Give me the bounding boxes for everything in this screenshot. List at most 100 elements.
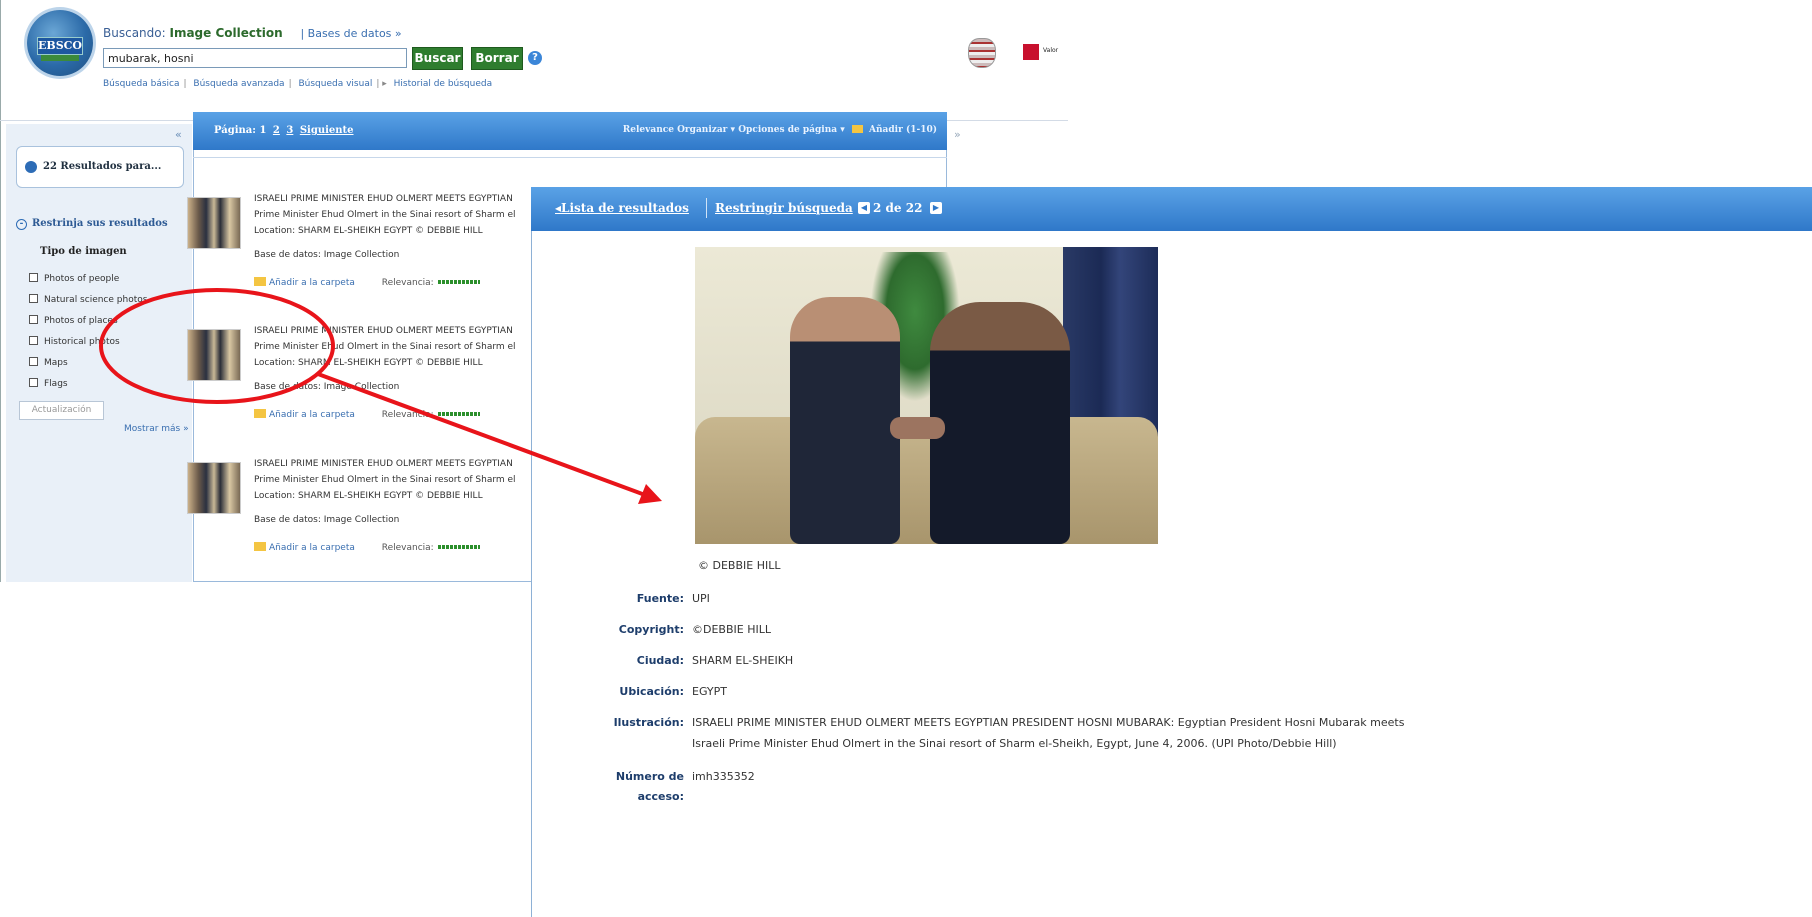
clear-button[interactable]: Borrar bbox=[471, 47, 523, 70]
facet-photos-of-places[interactable]: Photos of places bbox=[29, 315, 118, 326]
result-actions: Añadir a la carpeta Relevancia: bbox=[254, 409, 480, 420]
search-input[interactable] bbox=[103, 48, 407, 68]
field-value-accession: imh335352 bbox=[692, 770, 755, 783]
add-to-folder-all[interactable]: Añadir (1-10) bbox=[869, 125, 937, 135]
result-location: Location: SHARM EL-SHEIKH EGYPT © DEBBIE… bbox=[254, 491, 483, 501]
result-database: Base de datos: Image Collection bbox=[254, 382, 400, 392]
relevance-label: Relevancia: bbox=[381, 543, 434, 553]
result-database: Base de datos: Image Collection bbox=[254, 515, 400, 525]
checkbox[interactable] bbox=[29, 336, 38, 345]
result-thumbnail[interactable] bbox=[187, 197, 241, 249]
field-value-copyright: ©DEBBIE HILL bbox=[692, 623, 771, 636]
facet-natural-science-photos[interactable]: Natural science photos bbox=[29, 294, 147, 305]
photo-caption: © DEBBIE HILL bbox=[698, 559, 781, 572]
relevance-bar bbox=[437, 280, 480, 284]
relevance-bar bbox=[437, 545, 480, 549]
image-type-heading: Tipo de imagen bbox=[40, 246, 127, 257]
collapse-right-icon[interactable]: » bbox=[954, 128, 961, 141]
update-button[interactable]: Actualización bbox=[19, 401, 104, 420]
result-item: ISRAELI PRIME MINISTER EHUD OLMERT MEETS… bbox=[187, 326, 537, 456]
results-count-label: 22 Resultados para... bbox=[43, 161, 162, 172]
library-logo-text: Valor bbox=[1043, 47, 1059, 54]
checkbox[interactable] bbox=[29, 378, 38, 387]
result-title[interactable]: ISRAELI PRIME MINISTER EHUD OLMERT MEETS… bbox=[254, 326, 537, 336]
field-label-source: Fuente: bbox=[636, 592, 684, 605]
result-thumbnail[interactable] bbox=[187, 329, 241, 381]
narrow-results-heading[interactable]: - Restrinja sus resultados bbox=[16, 218, 168, 230]
basic-search-link[interactable]: Búsqueda básica bbox=[103, 79, 180, 89]
record-photo[interactable] bbox=[695, 247, 1158, 544]
results-divider bbox=[193, 157, 947, 158]
result-item: ISRAELI PRIME MINISTER EHUD OLMERT MEETS… bbox=[187, 459, 537, 589]
folder-icon bbox=[254, 542, 266, 551]
results-toolbar: Página: 1 2 3 Siguiente Relevance Organi… bbox=[193, 112, 947, 150]
page-2-link[interactable]: 2 bbox=[273, 125, 280, 136]
collapse-sidebar-icon[interactable]: « bbox=[175, 128, 182, 141]
result-title[interactable]: ISRAELI PRIME MINISTER EHUD OLMERT MEETS… bbox=[254, 459, 537, 469]
toolbar-separator bbox=[706, 198, 707, 218]
facet-historical-photos[interactable]: Historical photos bbox=[29, 336, 120, 347]
detail-toolbar: ◂Lista de resultados Restringir búsqueda… bbox=[531, 187, 1812, 231]
searching-database: Image Collection bbox=[169, 26, 283, 40]
checkbox[interactable] bbox=[29, 315, 38, 324]
refine-search-link[interactable]: Restringir búsqueda bbox=[715, 201, 853, 215]
page-1[interactable]: 1 bbox=[259, 125, 266, 136]
next-page-link[interactable]: Siguiente bbox=[300, 125, 354, 136]
folder-icon bbox=[254, 277, 266, 286]
help-icon[interactable]: ? bbox=[528, 51, 542, 65]
field-value-source: UPI bbox=[692, 592, 710, 605]
field-label-accession: Número de bbox=[615, 770, 684, 783]
facet-photos-of-people[interactable]: Photos of people bbox=[29, 273, 119, 284]
left-sidebar bbox=[6, 124, 192, 582]
show-more-link[interactable]: Mostrar más » bbox=[124, 424, 189, 434]
checkbox[interactable] bbox=[29, 294, 38, 303]
relevance-bar bbox=[437, 412, 480, 416]
result-abstract: Prime Minister Ehud Olmert in the Sinai … bbox=[254, 210, 516, 220]
result-actions: Añadir a la carpeta Relevancia: bbox=[254, 542, 480, 553]
checkbox[interactable] bbox=[29, 273, 38, 282]
ebsco-logo-band bbox=[41, 55, 79, 61]
add-to-folder-link[interactable]: Añadir a la carpeta bbox=[269, 543, 355, 553]
field-value-location: EGYPT bbox=[692, 685, 727, 698]
sort-and-page-options[interactable]: Relevance Organizar ▾ Opciones de página… bbox=[623, 125, 845, 135]
relevance-label: Relevancia: bbox=[381, 278, 434, 288]
photo-person-right bbox=[930, 302, 1070, 544]
visual-search-link[interactable]: Búsqueda visual bbox=[298, 79, 372, 89]
advanced-search-link[interactable]: Búsqueda avanzada bbox=[193, 79, 284, 89]
arrow-circle-icon bbox=[25, 161, 37, 173]
folder-icon bbox=[254, 409, 266, 418]
add-to-folder-link[interactable]: Añadir a la carpeta bbox=[269, 278, 355, 288]
add-to-folder-link[interactable]: Añadir a la carpeta bbox=[269, 410, 355, 420]
result-abstract: Prime Minister Ehud Olmert in the Sinai … bbox=[254, 342, 516, 352]
relevance-label: Relevancia: bbox=[381, 410, 434, 420]
searching-line: Buscando: Image Collection | Bases de da… bbox=[103, 26, 402, 40]
results-count-box[interactable]: 22 Resultados para... bbox=[16, 146, 184, 188]
field-value-city: SHARM EL-SHEIKH bbox=[692, 654, 794, 667]
university-crest-icon bbox=[968, 38, 996, 68]
search-history-link[interactable]: Historial de búsqueda bbox=[394, 79, 492, 89]
ebsco-logo[interactable]: EBSCO bbox=[27, 10, 93, 76]
page-3-link[interactable]: 3 bbox=[286, 125, 293, 136]
search-button[interactable]: Buscar bbox=[412, 47, 463, 70]
ebsco-logo-text: EBSCO bbox=[37, 37, 83, 55]
field-label-copyright: Copyright: bbox=[618, 623, 684, 636]
search-mode-links: Búsqueda básica | Búsqueda avanzada | Búsq… bbox=[103, 79, 493, 89]
databases-link[interactable]: | Bases de datos » bbox=[300, 27, 401, 40]
field-value-illustration-cont: Israeli Prime Minister Ehud Olmert in th… bbox=[692, 737, 1337, 750]
facet-flags[interactable]: Flags bbox=[29, 378, 68, 389]
result-thumbnail[interactable] bbox=[187, 462, 241, 514]
result-location: Location: SHARM EL-SHEIKH EGYPT © DEBBIE… bbox=[254, 358, 483, 368]
field-label-location: Ubicación: bbox=[619, 685, 684, 698]
photo-handshake bbox=[890, 417, 945, 439]
next-record-icon[interactable]: ▶ bbox=[930, 202, 942, 214]
checkbox[interactable] bbox=[29, 357, 38, 366]
result-list-link[interactable]: ◂Lista de resultados bbox=[555, 201, 689, 215]
result-abstract: Prime Minister Ehud Olmert in the Sinai … bbox=[254, 475, 516, 485]
result-title[interactable]: ISRAELI PRIME MINISTER EHUD OLMERT MEETS… bbox=[254, 194, 537, 204]
previous-record-icon[interactable]: ◀ bbox=[858, 202, 870, 214]
library-logo-icon bbox=[1023, 44, 1039, 60]
result-item: ISRAELI PRIME MINISTER EHUD OLMERT MEETS… bbox=[187, 194, 537, 324]
field-label-illustration: Ilustración: bbox=[613, 716, 684, 729]
facet-maps[interactable]: Maps bbox=[29, 357, 68, 368]
results-options[interactable]: Relevance Organizar ▾ Opciones de página… bbox=[623, 125, 937, 135]
